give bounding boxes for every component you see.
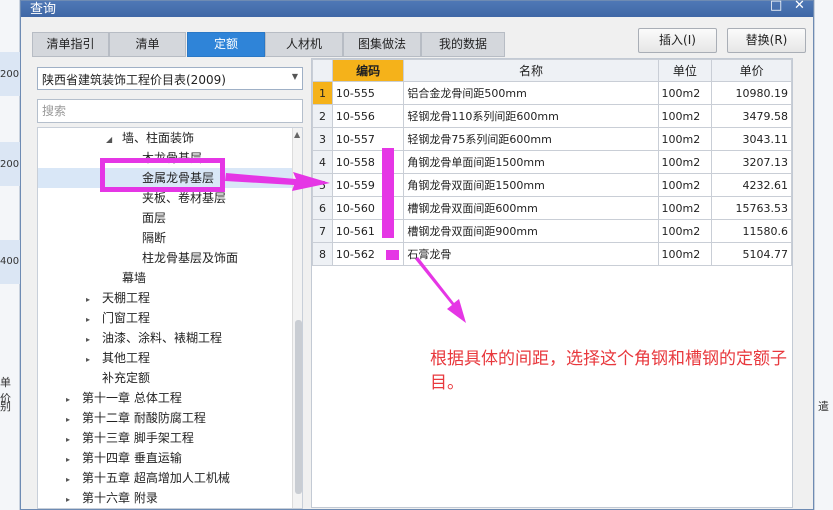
annotation-note: 根据具体的间距，选择这个角钢和槽钢的定额子目。 — [430, 349, 787, 393]
annotation-arrow-down — [415, 257, 466, 323]
annotation-arrow-right — [225, 172, 330, 191]
annotation-arrows — [225, 172, 466, 323]
